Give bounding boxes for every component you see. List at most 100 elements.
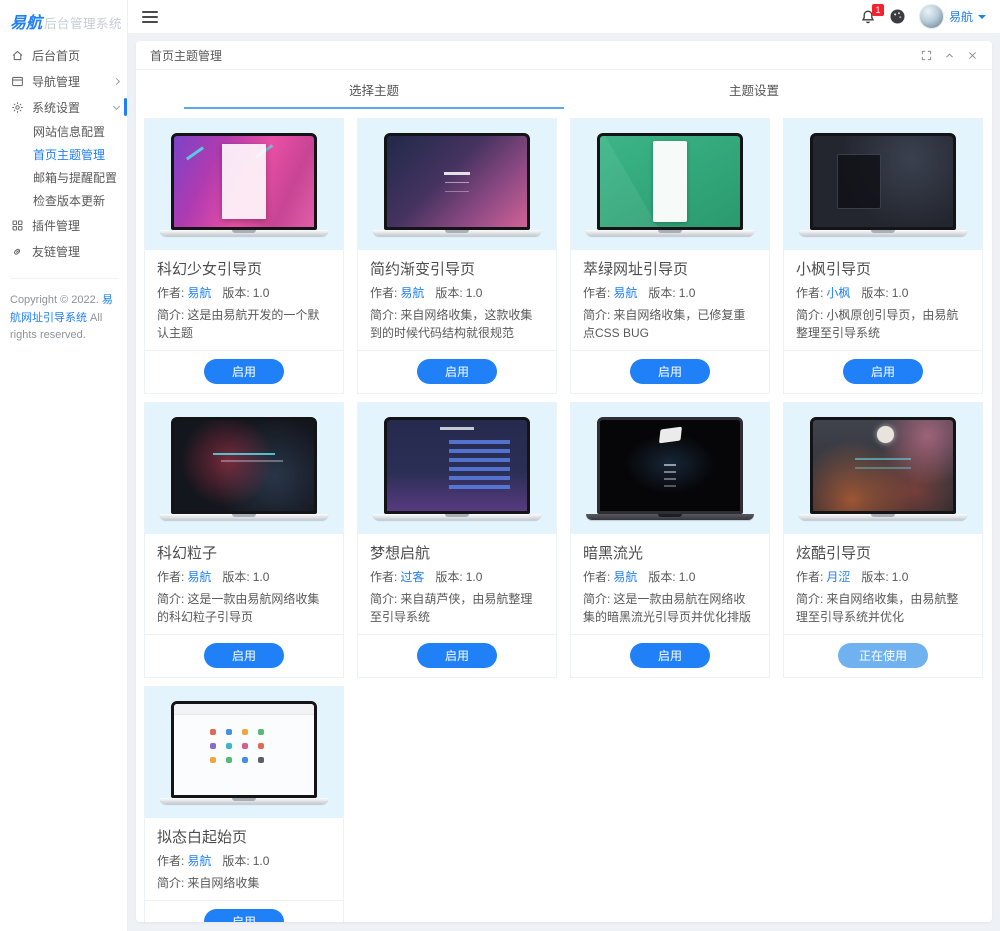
author-link[interactable]: 小枫 bbox=[826, 284, 850, 301]
app-logo-text: 后台管理系统 bbox=[44, 17, 123, 31]
sidebar-menu: 后台首页 导航管理 系统设置 网站信息配置 首页主题管理 邮箱与提醒配置 检查版… bbox=[0, 34, 127, 264]
laptop-mockup bbox=[160, 133, 328, 236]
theme-desc: 简介: 来自网络收集，由易航整理至引导系统并优化 bbox=[796, 590, 970, 626]
laptop-mockup bbox=[586, 417, 754, 520]
apply-button[interactable]: 启用 bbox=[629, 643, 710, 668]
in-use-button[interactable]: 正在使用 bbox=[837, 643, 928, 668]
author-label: 作者: bbox=[370, 286, 398, 300]
main-content: 首页主题管理 选择主题 主题设置 科幻少女引导页 作者:易航 版本:1.0 bbox=[128, 33, 1000, 931]
version-label: 版本: bbox=[648, 286, 676, 300]
author-link[interactable]: 易航 bbox=[400, 284, 424, 301]
sidebar-item-label: 系统设置 bbox=[32, 100, 81, 115]
sidebar-item-label: 插件管理 bbox=[32, 218, 81, 233]
author-label: 作者: bbox=[583, 570, 611, 584]
theme-thumbnail bbox=[145, 119, 343, 250]
laptop-mockup bbox=[160, 701, 328, 804]
theme-desc: 简介: 来自网络收集 bbox=[157, 874, 331, 892]
laptop-mockup bbox=[373, 133, 541, 236]
chevron-up-icon[interactable] bbox=[944, 50, 955, 61]
theme-meta: 作者: 月涩 版本: 1.0 bbox=[796, 568, 970, 585]
theme-thumbnail bbox=[145, 687, 343, 818]
sidebar-subitem-theme-manage[interactable]: 首页主题管理 bbox=[0, 143, 127, 166]
sidebar-item-label: 后台首页 bbox=[32, 48, 81, 63]
user-menu[interactable]: 易航 bbox=[918, 4, 986, 29]
chevron-right-icon bbox=[112, 77, 121, 85]
theme-meta: 作者: 易航 版本: 1.0 bbox=[157, 852, 331, 869]
desc-label: 简介: bbox=[370, 592, 398, 606]
version-value: 1.0 bbox=[252, 853, 270, 868]
sidebar-item-plugin-manage[interactable]: 插件管理 bbox=[0, 212, 127, 238]
apply-button[interactable]: 启用 bbox=[629, 359, 710, 384]
author-label: 作者: bbox=[370, 570, 398, 584]
copyright-prefix: Copyright © 2022. bbox=[10, 294, 102, 306]
author-link[interactable]: 易航 bbox=[187, 852, 211, 869]
theme-thumbnail bbox=[784, 119, 982, 250]
author-label: 作者: bbox=[157, 570, 185, 584]
laptop-mockup bbox=[373, 417, 541, 520]
theme-desc: 简介: 来自葫芦侠，由易航整理至引导系统 bbox=[370, 590, 544, 626]
apply-button[interactable]: 启用 bbox=[416, 643, 497, 668]
home-icon bbox=[11, 49, 24, 62]
author-link[interactable]: 易航 bbox=[613, 568, 637, 585]
sidebar-item-system-settings[interactable]: 系统设置 bbox=[0, 94, 127, 120]
sidebar-item-dashboard[interactable]: 后台首页 bbox=[0, 42, 127, 68]
apply-button[interactable]: 启用 bbox=[416, 359, 497, 384]
apply-button[interactable]: 启用 bbox=[203, 909, 284, 922]
theme-card: 科幻少女引导页 作者: 易航 版本: 1.0 简介: 这是由易航开发的一个默认主题 启… bbox=[144, 118, 344, 394]
theme-card: 简约渐变引导页 作者: 易航 版本: 1.0 简介: 来自网络收集，这款收集到的时候代… bbox=[357, 118, 557, 394]
theme-name: 简约渐变引导页 bbox=[370, 261, 476, 278]
author-label: 作者: bbox=[157, 286, 185, 300]
sidebar-item-nav-manage[interactable]: 导航管理 bbox=[0, 68, 127, 94]
card-footer: 启用 bbox=[784, 350, 982, 393]
close-icon[interactable] bbox=[967, 50, 978, 61]
theme-thumbnail bbox=[358, 119, 556, 250]
theme-meta: 作者: 易航 版本: 1.0 bbox=[583, 284, 757, 301]
version-label: 版本: bbox=[435, 286, 463, 300]
author-label: 作者: bbox=[796, 286, 824, 300]
version-label: 版本: bbox=[435, 570, 463, 584]
author-link[interactable]: 易航 bbox=[187, 284, 211, 301]
apply-button[interactable]: 启用 bbox=[203, 359, 284, 384]
author-link[interactable]: 月涩 bbox=[826, 568, 850, 585]
apply-button[interactable]: 启用 bbox=[203, 643, 284, 668]
card-footer: 启用 bbox=[145, 350, 343, 393]
theme-card: 暗黑流光 作者: 易航 版本: 1.0 简介: 这是一款由易航在网络收集的暗黑流光引导… bbox=[570, 402, 770, 678]
plugin-grid-icon bbox=[11, 219, 24, 232]
theme-desc: 简介: 这是一款由易航网络收集的科幻粒子引导页 bbox=[157, 590, 331, 626]
apply-button[interactable]: 启用 bbox=[842, 359, 923, 384]
theme-card: 梦想启航 作者: 过客 版本: 1.0 简介: 来自葫芦侠，由易航整理至引导系统 启用 bbox=[357, 402, 557, 678]
version-value: 1.0 bbox=[252, 285, 270, 300]
theme-desc: 简介: 这是由易航开发的一个默认主题 bbox=[157, 306, 331, 342]
sidebar-subitem-site-info[interactable]: 网站信息配置 bbox=[0, 120, 127, 143]
tab-theme-settings[interactable]: 主题设置 bbox=[564, 70, 944, 109]
expand-icon[interactable] bbox=[921, 50, 932, 61]
skin-icon[interactable] bbox=[889, 8, 906, 25]
version-label: 版本: bbox=[222, 570, 250, 584]
theme-meta: 作者: 过客 版本: 1.0 bbox=[370, 568, 544, 585]
theme-thumbnail bbox=[358, 403, 556, 534]
laptop-mockup bbox=[586, 133, 754, 236]
card-footer: 启用 bbox=[571, 634, 769, 677]
theme-meta: 作者: 易航 版本: 1.0 bbox=[157, 284, 331, 301]
author-link[interactable]: 易航 bbox=[613, 284, 637, 301]
version-label: 版本: bbox=[222, 854, 250, 868]
sidebar-item-friend-links[interactable]: 友链管理 bbox=[0, 238, 127, 264]
bell-icon[interactable]: 1 bbox=[860, 3, 884, 25]
desc-label: 简介: bbox=[796, 308, 824, 322]
username: 易航 bbox=[948, 10, 973, 24]
tab-select-theme[interactable]: 选择主题 bbox=[184, 70, 564, 109]
desc-label: 简介: bbox=[583, 308, 611, 322]
theme-thumbnail bbox=[145, 403, 343, 534]
topbar-right: 1 易航 bbox=[860, 3, 986, 29]
theme-name: 梦想启航 bbox=[370, 545, 431, 562]
theme-desc: 简介: 小枫原创引导页，由易航整理至引导系统 bbox=[796, 306, 970, 342]
sidebar-subitem-check-update[interactable]: 检查版本更新 bbox=[0, 189, 127, 212]
theme-card: 萃绿网址引导页 作者: 易航 版本: 1.0 简介: 来自网络收集，已修复重点CSS … bbox=[570, 118, 770, 394]
desc-label: 简介: bbox=[157, 308, 185, 322]
hamburger-icon[interactable] bbox=[142, 8, 158, 26]
sidebar-subitem-mail-config[interactable]: 邮箱与提醒配置 bbox=[0, 166, 127, 189]
theme-card: 炫酷引导页 作者: 月涩 版本: 1.0 简介: 来自网络收集，由易航整理至引导系统并… bbox=[783, 402, 983, 678]
author-link[interactable]: 过客 bbox=[400, 568, 424, 585]
author-link[interactable]: 易航 bbox=[187, 568, 211, 585]
laptop-mockup bbox=[799, 417, 967, 520]
